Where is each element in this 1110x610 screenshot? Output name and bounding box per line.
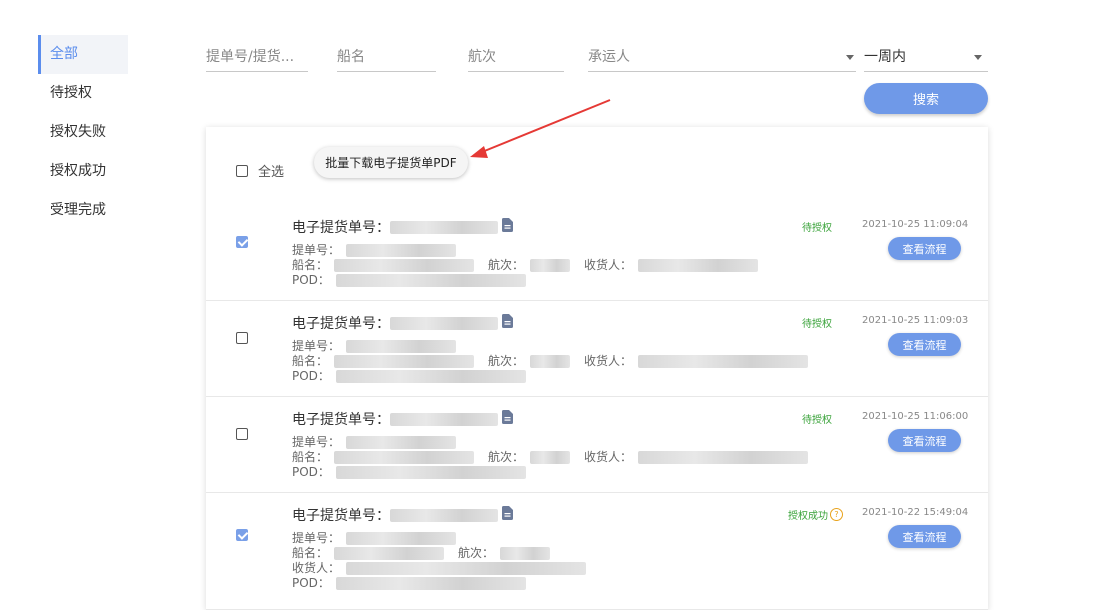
row-checkbox[interactable] <box>236 428 248 440</box>
status-badge: 待授权 <box>802 415 832 426</box>
table-row: 电子提货单号： 提单号： 船名： 航次： 收货人： POD： 待授权 2021-10… <box>206 301 988 397</box>
row-details: 电子提货单号： 提单号： 船名： 航次： 收货人： POD： <box>292 409 809 480</box>
select-all-label: 全选 <box>258 165 285 180</box>
row-checkbox[interactable] <box>236 529 248 541</box>
carrier-filter <box>588 45 856 72</box>
redacted-value <box>390 316 498 330</box>
redacted-value <box>390 412 498 426</box>
row-checkbox[interactable] <box>236 236 248 248</box>
ebl-number-label: 电子提货单号： <box>292 316 390 332</box>
ship-label: 船名： <box>292 354 329 368</box>
carrier-select[interactable] <box>588 45 828 69</box>
bl-number-filter <box>206 45 308 72</box>
bl-number-label: 提单号： <box>292 435 341 449</box>
ebl-number-label: 电子提货单号： <box>292 220 390 236</box>
timestamp: 2021-10-25 11:06:00 <box>862 411 969 422</box>
table-row: 电子提货单号： 提单号： 船名： 航次： 收货人： POD： 待授权 2021-10… <box>206 397 988 493</box>
voyage-label: 航次： <box>488 258 525 272</box>
select-all-checkbox[interactable] <box>236 164 248 177</box>
sidebar: 全部 待授权 授权失败 授权成功 受理完成 <box>38 35 128 230</box>
pod-label: POD： <box>292 576 330 590</box>
bl-number-input[interactable] <box>206 45 308 69</box>
view-flow-button[interactable]: 查看流程 <box>888 333 961 356</box>
results-card: 全选 批量下载电子提货单PDF 电子提货单号： 提单号： 船名： 航次： 收货人： … <box>206 127 988 610</box>
view-flow-button[interactable]: 查看流程 <box>888 525 961 548</box>
bl-number-label: 提单号： <box>292 243 341 257</box>
sidebar-item-failed[interactable]: 授权失败 <box>38 113 128 152</box>
chevron-down-icon[interactable] <box>846 55 854 60</box>
ebl-number-label: 电子提货单号： <box>292 412 390 428</box>
pod-label: POD： <box>292 273 330 287</box>
ship-name-input[interactable] <box>337 45 436 69</box>
status-badge: 待授权 <box>802 319 832 330</box>
consignee-label: 收货人： <box>584 258 633 272</box>
period-select-value[interactable]: 一周内 <box>864 49 906 65</box>
row-checkbox[interactable] <box>236 332 248 344</box>
pod-label: POD： <box>292 465 330 479</box>
help-circle-icon[interactable]: ? <box>830 508 843 521</box>
pod-label: POD： <box>292 369 330 383</box>
document-icon[interactable] <box>502 410 513 428</box>
status-badge: 待授权 <box>802 223 832 234</box>
view-flow-button[interactable]: 查看流程 <box>888 237 961 260</box>
ship-filter <box>337 45 436 72</box>
batch-download-pdf-button[interactable]: 批量下载电子提货单PDF <box>314 147 468 178</box>
ship-label: 船名： <box>292 258 329 272</box>
period-filter[interactable]: 一周内 <box>864 45 988 72</box>
document-icon[interactable] <box>502 314 513 332</box>
timestamp: 2021-10-22 15:49:04 <box>862 507 969 518</box>
consignee-label: 收货人： <box>292 561 341 575</box>
redacted-value <box>390 220 498 234</box>
voyage-label: 航次： <box>488 354 525 368</box>
ebl-number-label: 电子提货单号： <box>292 508 390 524</box>
voyage-label: 航次： <box>458 546 495 560</box>
row-details: 电子提货单号： 提单号： 船名： 航次： 收货人： POD： <box>292 505 587 591</box>
sidebar-item-all[interactable]: 全部 <box>38 35 128 74</box>
voyage-filter <box>468 45 564 72</box>
sidebar-item-pending[interactable]: 待授权 <box>38 74 128 113</box>
consignee-label: 收货人： <box>584 354 633 368</box>
ship-label: 船名： <box>292 450 329 464</box>
status-badge: 授权成功 <box>788 511 828 522</box>
row-details: 电子提货单号： 提单号： 船名： 航次： 收货人： POD： <box>292 217 759 288</box>
table-row: 电子提货单号： 提单号： 船名： 航次： 收货人： POD： 待授权 2021-10… <box>206 205 988 301</box>
view-flow-button[interactable]: 查看流程 <box>888 429 961 452</box>
voyage-label: 航次： <box>488 450 525 464</box>
ship-label: 船名： <box>292 546 329 560</box>
redacted-value <box>390 508 498 522</box>
bl-number-label: 提单号： <box>292 531 341 545</box>
timestamp: 2021-10-25 11:09:04 <box>862 219 969 230</box>
timestamp: 2021-10-25 11:09:03 <box>862 315 969 326</box>
select-all[interactable]: 全选 <box>236 161 284 180</box>
table-row: 电子提货单号： 提单号： 船名： 航次： 收货人： POD： 授权成功 ? 202… <box>206 493 988 610</box>
voyage-input[interactable] <box>468 45 564 69</box>
bl-number-label: 提单号： <box>292 339 341 353</box>
search-button[interactable]: 搜索 <box>864 83 988 114</box>
document-icon[interactable] <box>502 506 513 524</box>
sidebar-item-success[interactable]: 授权成功 <box>38 152 128 191</box>
document-icon[interactable] <box>502 218 513 236</box>
status-badge-container: 授权成功 ? <box>788 507 843 522</box>
consignee-label: 收货人： <box>584 450 633 464</box>
sidebar-item-completed[interactable]: 受理完成 <box>38 191 128 230</box>
chevron-down-icon[interactable] <box>974 55 982 60</box>
row-details: 电子提货单号： 提单号： 船名： 航次： 收货人： POD： <box>292 313 809 384</box>
